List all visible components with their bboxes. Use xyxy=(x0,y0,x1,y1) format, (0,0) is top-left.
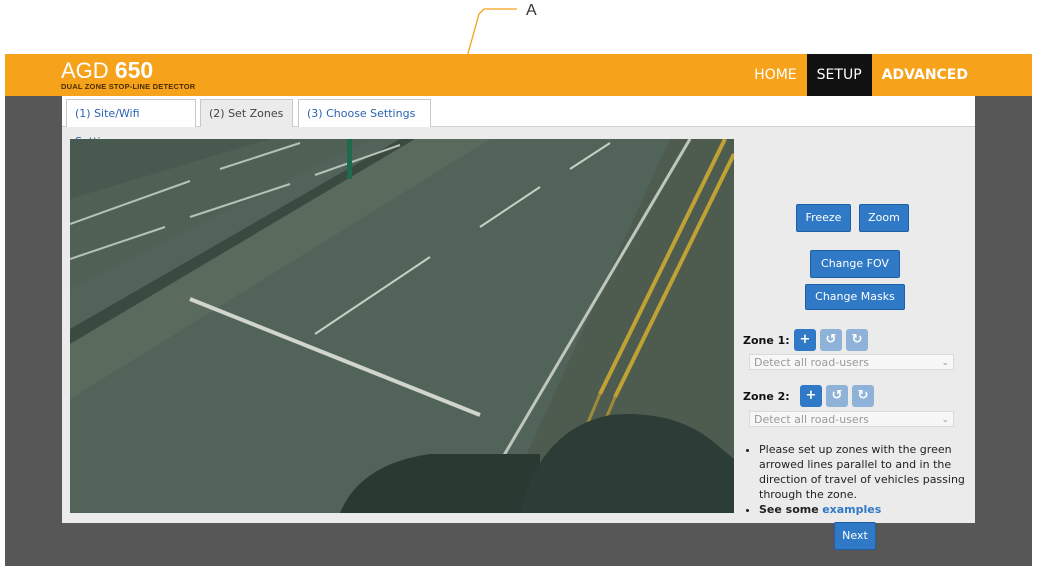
chevron-down-icon: ⌄ xyxy=(941,358,949,368)
zone-1-undo-button[interactable]: ↺ xyxy=(820,329,842,351)
zone-1-select-value: Detect all road-users xyxy=(754,356,869,369)
next-button[interactable]: Next xyxy=(834,522,876,550)
zone-controls: Freeze Zoom Change FOV Change Masks Zone… xyxy=(742,126,975,550)
zone-2-select-value: Detect all road-users xyxy=(754,413,869,426)
change-masks-button[interactable]: Change Masks xyxy=(805,284,905,310)
tab-choose-settings[interactable]: (3) Choose Settings xyxy=(298,99,431,127)
change-fov-button[interactable]: Change FOV xyxy=(810,250,900,278)
freeze-button[interactable]: Freeze xyxy=(796,204,851,232)
zone-2-add-button[interactable]: + xyxy=(800,385,822,407)
zone-1-add-button[interactable]: + xyxy=(794,329,816,351)
nav-home[interactable]: HOME xyxy=(744,54,806,96)
examples-prefix: See some xyxy=(759,503,819,516)
redo-icon: ↻ xyxy=(851,332,863,347)
zone-1-redo-button[interactable]: ↻ xyxy=(846,329,868,351)
examples-link[interactable]: examples xyxy=(822,503,881,516)
nav-advanced[interactable]: ADVANCED xyxy=(872,54,978,96)
callout-label: A xyxy=(526,2,537,19)
zone-1-detect-select[interactable]: Detect all road-users ⌄ xyxy=(749,354,954,370)
zone-1-label: Zone 1: xyxy=(743,334,790,347)
logo-subtitle: DUAL ZONE STOP-LINE DETECTOR xyxy=(61,82,196,91)
setup-panel: (1) Site/Wifi Settings (2) Set Zones (3)… xyxy=(62,96,975,550)
tab-site-wifi-settings[interactable]: (1) Site/Wifi Settings xyxy=(66,99,196,148)
instructions: Please set up zones with the green arrow… xyxy=(743,442,968,517)
zone-2-detect-select[interactable]: Detect all road-users ⌄ xyxy=(749,411,954,427)
zone-2-label: Zone 2: xyxy=(743,390,790,403)
tab-bar: (1) Site/Wifi Settings (2) Set Zones (3)… xyxy=(62,96,975,148)
plus-icon: + xyxy=(799,332,811,347)
zone-2-undo-button[interactable]: ↺ xyxy=(826,385,848,407)
header-bar: AGD 650 DUAL ZONE STOP-LINE DETECTOR HOM… xyxy=(5,54,1032,96)
app-window: AGD 650 DUAL ZONE STOP-LINE DETECTOR HOM… xyxy=(5,54,1032,566)
logo-brand: AGD xyxy=(61,58,109,83)
redo-icon: ↻ xyxy=(857,388,869,403)
instruction-zones: Please set up zones with the green arrow… xyxy=(759,442,968,502)
logo: AGD 650 DUAL ZONE STOP-LINE DETECTOR xyxy=(61,58,195,91)
instruction-examples: See some examples xyxy=(759,502,968,517)
plus-icon: + xyxy=(805,388,817,403)
zoom-button[interactable]: Zoom xyxy=(859,204,909,232)
tab-set-zones[interactable]: (2) Set Zones xyxy=(200,99,293,127)
zone-2-redo-button[interactable]: ↻ xyxy=(852,385,874,407)
camera-image xyxy=(70,139,734,513)
camera-view[interactable] xyxy=(70,139,734,513)
undo-icon: ↺ xyxy=(831,388,843,403)
undo-icon: ↺ xyxy=(825,332,837,347)
chevron-down-icon: ⌄ xyxy=(941,415,949,425)
nav-setup[interactable]: SETUP xyxy=(806,54,872,96)
logo-model: 650 xyxy=(114,57,154,83)
main-nav: HOME SETUP ADVANCED xyxy=(744,54,978,96)
